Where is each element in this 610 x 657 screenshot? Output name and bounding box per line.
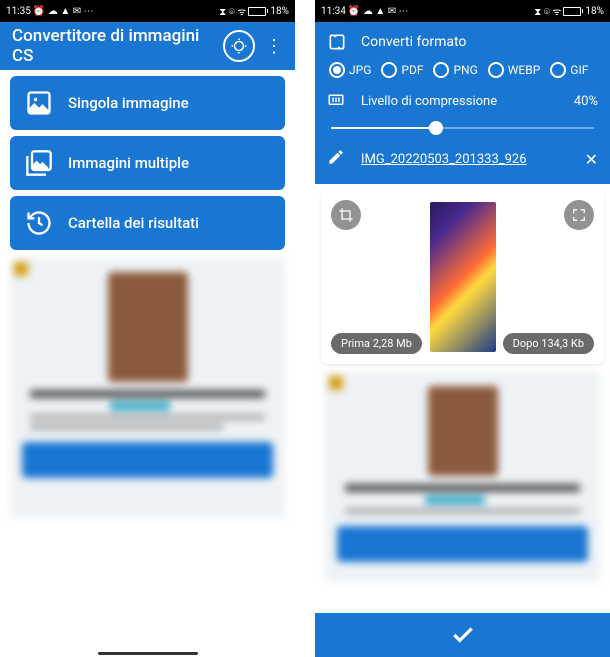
time: 11:34 [321, 6, 346, 17]
compression-slider[interactable] [331, 120, 594, 136]
confirm-button[interactable] [315, 613, 610, 657]
compression-value: 40% [574, 94, 598, 109]
ad-card[interactable] [325, 372, 600, 582]
crop-button[interactable] [331, 200, 361, 230]
filename[interactable]: IMG_20220503_201333_926 [361, 152, 577, 167]
app-title: Convertitore di immagini CS [12, 26, 215, 66]
battery-icon [248, 7, 268, 16]
compress-icon [327, 90, 349, 112]
compression-label: Livello di compressione [361, 94, 574, 109]
multiple-images-button[interactable]: Immagini multiple [10, 136, 285, 190]
battery-pct: 18% [270, 6, 289, 17]
edit-icon[interactable] [327, 148, 349, 170]
format-radios: JPG PDF PNG WEBP GIF [329, 62, 598, 78]
results-folder-label: Cartella dei risultati [68, 214, 199, 232]
phone-right: 11:34 ⏰ ☁ ▲ ✉ ⋯ ⧗ ⌾ ᯤ 18% Converti forma… [315, 0, 610, 657]
format-jpg[interactable]: JPG [329, 62, 371, 78]
format-webp[interactable]: WEBP [488, 62, 541, 78]
convert-icon [327, 32, 349, 52]
phone-left: 11:35 ⏰ ☁ ▲ ✉ ⋯ ⧗ ⌾ ᯤ 18% Convertitore d… [0, 0, 295, 657]
close-icon[interactable]: ✕ [585, 150, 598, 169]
battery-pct: 18% [585, 6, 604, 17]
single-image-label: Singola immagine [68, 94, 189, 112]
format-gif[interactable]: GIF [550, 62, 588, 78]
app-bar: Convertitore di immagini CS ⋮ [0, 22, 295, 70]
convert-panel: Converti formato JPG PDF PNG WEBP GIF Li… [315, 22, 610, 184]
battery-icon [563, 7, 583, 16]
multiple-images-label: Immagini multiple [68, 154, 189, 172]
fullscreen-button[interactable] [564, 200, 594, 230]
time: 11:35 [6, 6, 31, 17]
size-after: Dopo 134,3 Kb [503, 333, 594, 354]
preview-thumb [430, 202, 496, 352]
more-icon[interactable]: ⋮ [265, 36, 283, 57]
preview-card: Prima 2,28 Mb Dopo 134,3 Kb [321, 190, 604, 364]
ad-card[interactable] [10, 258, 285, 518]
statusbar: 11:34 ⏰ ☁ ▲ ✉ ⋯ ⧗ ⌾ ᯤ 18% [315, 0, 610, 22]
action-button[interactable] [223, 30, 255, 62]
results-folder-button[interactable]: Cartella dei risultati [10, 196, 285, 250]
format-png[interactable]: PNG [433, 62, 477, 78]
statusbar: 11:35 ⏰ ☁ ▲ ✉ ⋯ ⧗ ⌾ ᯤ 18% [0, 0, 295, 22]
status-icons: ⏰ ☁ ▲ ✉ ⋯ [348, 6, 409, 17]
gesture-bar [98, 652, 198, 655]
images-icon [24, 148, 54, 178]
single-image-button[interactable]: Singola immagine [10, 76, 285, 130]
status-right-icons: ⧗ ⌾ ᯤ [219, 4, 246, 18]
image-icon [24, 88, 54, 118]
status-right-icons: ⧗ ⌾ ᯤ [534, 4, 561, 18]
size-before: Prima 2,28 Mb [331, 333, 422, 354]
status-icons: ⏰ ☁ ▲ ✉ ⋯ [33, 6, 94, 17]
convert-label: Converti formato [361, 34, 598, 50]
history-icon [24, 208, 54, 238]
format-pdf[interactable]: PDF [381, 62, 423, 78]
